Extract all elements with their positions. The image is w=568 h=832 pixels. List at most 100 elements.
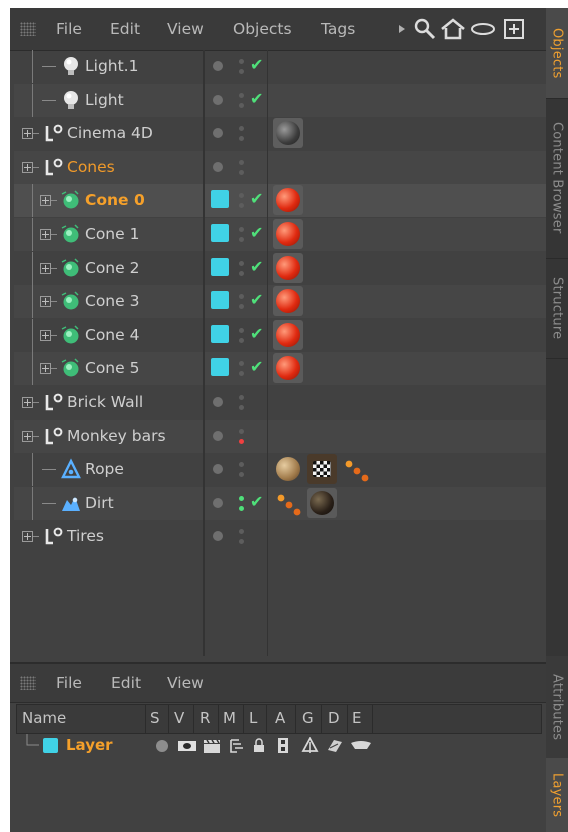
eye-filter-icon[interactable] <box>470 22 496 36</box>
object-name[interactable]: Dirt <box>85 494 114 512</box>
panel-grip-icon[interactable] <box>20 22 36 36</box>
render-clapper-icon[interactable] <box>203 738 221 754</box>
layer-color-swatch[interactable] <box>211 358 229 377</box>
animation-film-icon[interactable] <box>277 737 289 754</box>
object-row[interactable]: Cone 5 ✔ <box>14 352 546 386</box>
visibility-dots-icon[interactable] <box>239 427 245 447</box>
layer-color-swatch[interactable] <box>43 738 58 753</box>
expand-toggle-icon[interactable] <box>40 329 51 341</box>
material-tan-tag[interactable] <box>273 454 303 484</box>
object-row[interactable]: Brick Wall <box>14 386 546 419</box>
object-row[interactable]: Cone 2 ✔ <box>14 251 546 285</box>
visibility-dots-icon[interactable] <box>239 57 245 77</box>
layer-dot-icon[interactable] <box>213 94 223 105</box>
new-window-icon[interactable] <box>504 19 524 39</box>
enabled-checkmark-icon[interactable]: ✔ <box>250 290 263 309</box>
material-red-tag[interactable] <box>273 319 303 350</box>
home-icon[interactable] <box>440 18 466 40</box>
visibility-dots-icon[interactable] <box>239 225 245 245</box>
layer-dot-icon[interactable] <box>213 397 223 407</box>
column-generators[interactable]: G <box>302 709 314 727</box>
object-name[interactable]: Cone 1 <box>85 225 139 243</box>
menu-edit[interactable]: Edit <box>110 20 140 38</box>
column-locked[interactable]: L <box>249 709 257 727</box>
column-manager[interactable]: M <box>223 709 236 727</box>
enabled-checkmark-icon[interactable]: ✔ <box>250 357 263 376</box>
enabled-checkmark-icon[interactable]: ✔ <box>250 223 263 242</box>
material-red-tag[interactable] <box>273 252 303 283</box>
layer-color-swatch[interactable] <box>211 291 229 310</box>
material-red-tag[interactable] <box>273 185 303 216</box>
layer-dot-icon[interactable] <box>213 430 223 441</box>
object-name[interactable]: Cone 5 <box>85 359 139 377</box>
object-row[interactable]: Cones <box>14 150 546 184</box>
menu-edit[interactable]: Edit <box>111 674 141 692</box>
object-row[interactable]: Cinema 4D <box>14 117 546 150</box>
generator-icon[interactable] <box>301 737 319 754</box>
object-row[interactable]: Light ✔ <box>14 83 546 117</box>
object-row[interactable]: Rope <box>14 453 546 487</box>
expand-toggle-icon[interactable] <box>40 229 51 240</box>
layer-dot-icon[interactable] <box>213 161 223 172</box>
object-name[interactable]: Monkey bars <box>67 427 166 445</box>
object-name[interactable]: Cinema 4D <box>67 124 153 142</box>
material-grey-tag[interactable] <box>273 118 303 149</box>
layer-color-swatch[interactable] <box>211 190 229 209</box>
visibility-dots-icon[interactable] <box>239 259 245 279</box>
expand-toggle-icon[interactable] <box>40 363 51 375</box>
expand-toggle-icon[interactable] <box>40 195 51 207</box>
expand-toggle-icon[interactable] <box>22 128 33 140</box>
object-name[interactable]: Cone 4 <box>85 326 139 344</box>
object-row[interactable]: Cone 4 ✔ <box>14 318 546 352</box>
visibility-dots-icon[interactable] <box>239 460 245 480</box>
dynamics-particles-tag[interactable] <box>341 454 371 484</box>
object-row[interactable]: Cone 1 ✔ <box>14 218 546 251</box>
expand-toggle-icon[interactable] <box>22 397 33 408</box>
material-red-tag[interactable] <box>273 286 303 317</box>
layer-dot-icon[interactable] <box>213 531 223 542</box>
tab-attributes[interactable]: Attributes <box>546 656 568 759</box>
dynamics-particles-tag[interactable] <box>273 488 303 518</box>
enabled-checkmark-icon[interactable]: ✔ <box>250 324 263 343</box>
column-name[interactable]: Name <box>22 709 66 727</box>
layer-color-swatch[interactable] <box>211 224 229 242</box>
visibility-dots-icon[interactable] <box>239 326 245 346</box>
visibility-dots-icon[interactable] <box>239 393 245 413</box>
object-row[interactable]: Tires <box>14 520 546 553</box>
tab-objects[interactable]: Objects <box>546 8 568 99</box>
visibility-dots-icon[interactable] <box>239 527 245 547</box>
layer-dot-icon[interactable] <box>213 128 223 139</box>
layer-name[interactable]: Layer <box>66 736 113 754</box>
expand-toggle-icon[interactable] <box>22 161 33 173</box>
tab-content-browser[interactable]: Content Browser <box>546 98 568 259</box>
object-name[interactable]: Light <box>85 91 124 109</box>
menu-tags[interactable]: Tags <box>321 20 355 38</box>
menu-objects[interactable]: Objects <box>233 20 292 38</box>
layer-color-swatch[interactable] <box>211 257 229 276</box>
expand-toggle-icon[interactable] <box>22 531 33 543</box>
object-row[interactable]: Cone 0 ✔ <box>14 184 546 218</box>
menu-view[interactable]: View <box>167 20 204 38</box>
layer-dot-icon[interactable] <box>213 464 223 475</box>
enabled-checkmark-icon[interactable]: ✔ <box>250 189 263 208</box>
visibility-dots-icon[interactable] <box>239 292 245 312</box>
visibility-dots-icon[interactable] <box>239 359 245 379</box>
panel-grip-icon[interactable] <box>20 676 36 690</box>
column-expressions[interactable]: E <box>352 709 361 727</box>
object-name[interactable]: Cone 2 <box>85 259 139 277</box>
tab-layers[interactable]: Layers <box>546 758 568 832</box>
tab-structure[interactable]: Structure <box>546 258 568 359</box>
more-arrow-icon[interactable] <box>398 24 406 34</box>
visible-editor-eye-icon[interactable] <box>177 739 197 753</box>
material-red-tag[interactable] <box>273 219 303 249</box>
object-row[interactable]: Cone 3 ✔ <box>14 285 546 319</box>
object-name[interactable]: Brick Wall <box>67 393 143 411</box>
visibility-dots-icon[interactable] <box>239 91 245 111</box>
layer-dot-icon[interactable] <box>213 497 223 508</box>
layer-color-swatch[interactable] <box>211 324 229 343</box>
enabled-checkmark-icon[interactable]: ✔ <box>250 89 263 108</box>
visibility-dots-icon[interactable] <box>239 494 245 514</box>
menu-file[interactable]: File <box>56 20 82 38</box>
material-checker-tag[interactable] <box>307 454 337 485</box>
solo-toggle-icon[interactable] <box>156 740 168 752</box>
